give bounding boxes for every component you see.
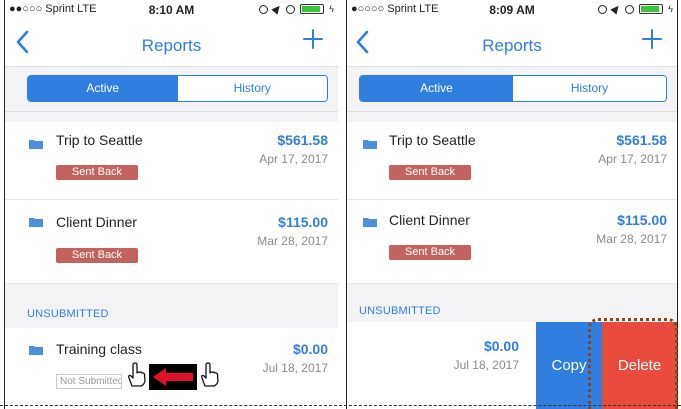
report-date: Jul 18, 2017 <box>262 361 328 375</box>
page-title: Reports <box>141 36 202 55</box>
report-amount: $0.00 <box>483 338 519 354</box>
status-icons: ϟ <box>259 3 334 15</box>
status-badge: Sent Back <box>56 165 138 180</box>
section-header: UNSUBMITTED <box>27 308 109 320</box>
status-badge: Sent Back <box>389 165 471 180</box>
segmented-control: Active History <box>359 75 667 102</box>
status-bar: ●●○○○ Sprint LTE 8:10 AM ϟ <box>5 0 338 20</box>
tab-history[interactable]: History <box>177 76 327 101</box>
location-arrow-icon <box>610 3 622 15</box>
delete-highlight-box <box>588 318 678 409</box>
report-date: Apr 17, 2017 <box>598 152 667 166</box>
report-date: Mar 28, 2017 <box>257 234 328 248</box>
status-badge: Sent Back <box>56 248 138 263</box>
tab-active[interactable]: Active <box>360 76 513 101</box>
report-date: Jul 18, 2017 <box>453 358 519 372</box>
left-phone-screen: ●●○○○ Sprint LTE 8:10 AM ϟ Reports Activ… <box>4 0 338 409</box>
report-name: Client Dinner <box>389 212 470 228</box>
folder-icon <box>29 346 43 355</box>
plus-icon <box>642 29 662 49</box>
segmented-control: Active History <box>27 75 328 102</box>
status-bar: ●○○○○ Sprint LTE 8:09 AM ϟ <box>347 0 677 20</box>
section-spacer <box>347 112 677 122</box>
report-amount: $115.00 <box>278 214 328 230</box>
report-name: Trip to Seattle <box>56 132 143 148</box>
report-name: Client Dinner <box>56 214 137 230</box>
segment-bar: Active History <box>5 66 338 112</box>
report-date: Mar 28, 2017 <box>596 232 667 246</box>
segment-bar: Active History <box>347 66 677 112</box>
report-amount: $0.00 <box>292 341 328 357</box>
alarm-icon <box>625 4 635 14</box>
battery-icon <box>300 4 325 14</box>
add-report-button[interactable] <box>641 28 667 54</box>
status-badge: Not Submitted <box>56 374 122 389</box>
report-row[interactable]: Trip to Seattle $561.58 Apr 17, 2017 Sen… <box>347 122 677 200</box>
bottom-dashed-line <box>0 405 681 406</box>
status-icons: ϟ <box>598 3 673 15</box>
report-amount: $561.58 <box>277 132 328 148</box>
alarm-icon <box>286 4 296 14</box>
alarm-icon <box>259 4 269 14</box>
report-date: Apr 17, 2017 <box>259 152 328 166</box>
page-title: Reports <box>482 36 542 55</box>
report-row[interactable]: Client Dinner $115.00 Mar 28, 2017 Sent … <box>347 200 677 284</box>
plus-icon <box>303 29 323 49</box>
add-report-button[interactable] <box>302 28 328 54</box>
battery-icon <box>639 4 664 14</box>
folder-icon <box>363 140 377 149</box>
report-row[interactable]: Trip to Seattle $561.58 Apr 17, 2017 Sen… <box>5 122 338 200</box>
nav-bar: Reports <box>5 22 338 66</box>
location-arrow-icon <box>271 3 283 15</box>
report-row[interactable]: Client Dinner $115.00 Mar 28, 2017 Sent … <box>5 200 338 284</box>
swipe-left-arrow-icon <box>149 364 197 390</box>
section-spacer <box>5 112 338 122</box>
tab-history[interactable]: History <box>513 76 666 101</box>
report-name: Trip to Seattle <box>389 132 476 148</box>
folder-icon <box>29 140 43 149</box>
tab-active[interactable]: Active <box>28 76 178 101</box>
pointing-hand-icon <box>128 362 146 387</box>
section-header-bar: UNSUBMITTED <box>5 284 338 328</box>
folder-icon <box>363 218 377 227</box>
alarm-icon <box>598 4 608 14</box>
section-header: UNSUBMITTED <box>359 305 441 317</box>
charging-bolt-icon: ϟ <box>329 4 334 14</box>
report-name: Training class <box>56 341 142 357</box>
section-header-bar: UNSUBMITTED <box>347 284 677 322</box>
report-amount: $115.00 <box>617 212 667 228</box>
folder-icon <box>29 218 43 227</box>
pointing-hand-icon <box>201 362 219 387</box>
nav-bar: Reports <box>347 22 677 66</box>
report-amount: $561.58 <box>616 132 667 148</box>
status-badge: Sent Back <box>389 245 471 260</box>
charging-bolt-icon: ϟ <box>668 4 673 14</box>
